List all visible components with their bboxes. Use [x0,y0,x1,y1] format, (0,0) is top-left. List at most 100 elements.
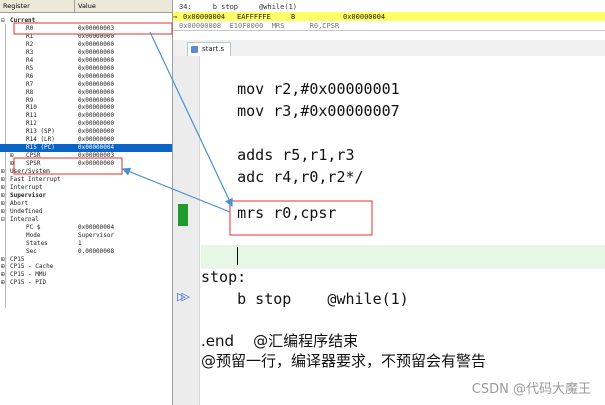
register-row[interactable]: R0 0x00000003 [0,25,172,33]
expand-toggle-icon[interactable]: ⊞ [1,184,5,192]
register-row[interactable]: R12 0x00000000 [0,120,172,128]
register-value[interactable]: 0x00000000 [78,81,114,89]
register-row[interactable]: ⊞ Undefined [0,208,172,216]
register-row[interactable]: ⊞ Fast Interrupt [0,176,172,184]
code-line[interactable]: b stop @while(1) [201,290,409,308]
register-value[interactable]: 0x00000000 [78,160,114,168]
register-row[interactable]: ⊞ CP15 [0,256,172,264]
register-row[interactable]: R11 0x00000000 [0,112,172,120]
code-line[interactable]: mrs r0,cpsr [201,204,336,222]
current-instruction-arrow-icon: ⇒ [173,13,178,21]
register-value[interactable]: 0x00000003 [78,25,114,33]
register-name: R8 [26,88,34,96]
value-col-header[interactable]: Value [78,2,96,10]
register-row[interactable]: Sec 0.00000008 [0,248,172,256]
expand-toggle-icon[interactable]: ⊞ [1,168,5,176]
register-value[interactable]: 1 [78,240,82,248]
breakpoint-marker-icon[interactable] [178,204,188,226]
register-row[interactable]: R13 (SP) 0x00000000 [0,128,172,136]
register-name: User/System [10,168,50,176]
register-row[interactable]: R3 0x00000000 [0,49,172,57]
register-name: CP15 - Cache [10,263,54,271]
expand-toggle-icon[interactable]: ⊞ [1,192,5,200]
register-value[interactable]: 0x00000003 [78,152,114,160]
code-editor[interactable]: mov r2,#0x00000001 mov r3,#0x00000007 ad… [201,56,605,405]
code-line[interactable]: .end @汇编程序结束 [201,330,358,351]
register-row[interactable]: R15 (PC) 0x00000004 [0,144,172,153]
editor-gutter[interactable]: ▷▷ [173,56,200,405]
expand-toggle-icon[interactable]: ⊞ [10,152,14,160]
register-name: Sec [26,247,37,255]
register-row[interactable]: ⊞ User/System [0,168,172,176]
expand-toggle-icon[interactable]: ⊞ [1,256,5,264]
register-value[interactable]: 0x00000004 [78,144,114,152]
register-value[interactable]: 0.00000008 [78,248,114,256]
register-name: CP15 - MMU [10,271,47,279]
register-row[interactable]: ⊞ Interrupt [0,184,172,192]
disassembly-mnemonic: B [291,13,296,21]
register-value[interactable]: 0x00000000 [78,128,114,136]
code-line[interactable]: adc r4,r0,r2*/ [201,168,363,186]
expand-toggle-icon[interactable]: ⊞ [1,200,5,208]
register-name: Current [10,17,36,24]
tab-start-s[interactable]: start.s [187,42,232,56]
register-row[interactable]: ⊞ CP15 - Cache [0,263,172,271]
register-row[interactable]: R4 0x00000000 [0,57,172,65]
column-divider[interactable] [74,0,75,12]
register-row[interactable]: R9 0x00000000 [0,97,172,105]
expand-toggle-icon[interactable]: ⊞ [10,160,14,168]
register-row[interactable]: R5 0x00000000 [0,65,172,73]
register-value[interactable]: 0x00000000 [78,120,114,128]
expand-toggle-icon[interactable]: ⊞ [1,208,5,216]
register-value[interactable]: 0x00000000 [78,73,114,81]
register-value[interactable]: 0x00000000 [78,49,114,57]
register-row[interactable]: R2 0x00000000 [0,41,172,49]
register-row[interactable]: PC $ 0x00000004 [0,224,172,232]
collapse-toggle-icon[interactable]: ⊟ [1,216,5,224]
register-value[interactable]: 0x00000000 [78,57,114,65]
register-row[interactable]: R10 0x00000000 [0,104,172,112]
disassembly-current-line[interactable]: ⇒ 0x00000004 EAFFFFFE B 0x00000004 [173,12,605,21]
register-value[interactable]: 0x00000004 [78,224,114,232]
register-row[interactable]: ⊞ SPSR 0x00000000 [0,160,172,168]
register-value[interactable]: 0x00000000 [78,65,114,73]
register-row[interactable]: States 1 [0,240,172,248]
register-row[interactable]: R14 (LR) 0x00000000 [0,136,172,144]
register-row[interactable]: ⊟ Internal [0,216,172,224]
code-line[interactable]: @预留一行，编译器要求，不预留会有警告 [201,350,486,371]
register-row[interactable]: R7 0x00000000 [0,81,172,89]
register-value[interactable]: 0x00000000 [78,33,114,41]
register-row[interactable]: ⊞ Abort [0,200,172,208]
register-value[interactable]: Supervisor [78,232,114,240]
collapse-toggle-icon[interactable]: ⊟ [1,17,5,25]
disassembly-opcode: EAFFFFFE [237,13,271,21]
register-name: Undefined [10,207,43,215]
register-row[interactable]: Mode Supervisor [0,232,172,240]
register-value[interactable]: 0x00000000 [78,104,114,112]
register-value[interactable]: 0x00000000 [78,97,114,105]
register-row[interactable]: ⊞ Supervisor [0,192,172,200]
register-row[interactable]: ⊞ CP15 - PID [0,279,172,287]
code-line[interactable]: stop: [201,268,246,286]
register-value[interactable]: 0x00000000 [78,112,114,120]
register-row[interactable]: R6 0x00000000 [0,73,172,81]
register-value[interactable]: 0x00000000 [78,41,114,49]
register-row[interactable]: R8 0x00000000 [0,89,172,97]
register-row[interactable]: R1 0x00000000 [0,33,172,41]
expand-toggle-icon[interactable]: ⊞ [1,279,5,287]
code-line[interactable]: mov r3,#0x00000007 [201,102,400,120]
code-line[interactable]: adds r5,r1,r3 [201,146,354,164]
register-row[interactable]: ⊞ CPSR 0x00000003 [0,152,172,160]
expand-toggle-icon[interactable]: ⊞ [1,176,5,184]
register-name: CPSR [26,152,41,160]
code-line[interactable]: mov r2,#0x00000001 [201,80,400,98]
register-name: Internal [10,215,39,223]
register-row[interactable]: ⊞ CP15 - MMU [0,271,172,279]
expand-toggle-icon[interactable]: ⊞ [1,271,5,279]
register-row[interactable]: ⊟ Current [0,17,172,25]
register-value[interactable]: 0x00000000 [78,136,114,144]
register-value[interactable]: 0x00000000 [78,89,114,97]
expand-toggle-icon[interactable]: ⊞ [1,263,5,271]
register-name: R9 [26,96,34,104]
register-col-header[interactable]: Register [3,2,30,10]
